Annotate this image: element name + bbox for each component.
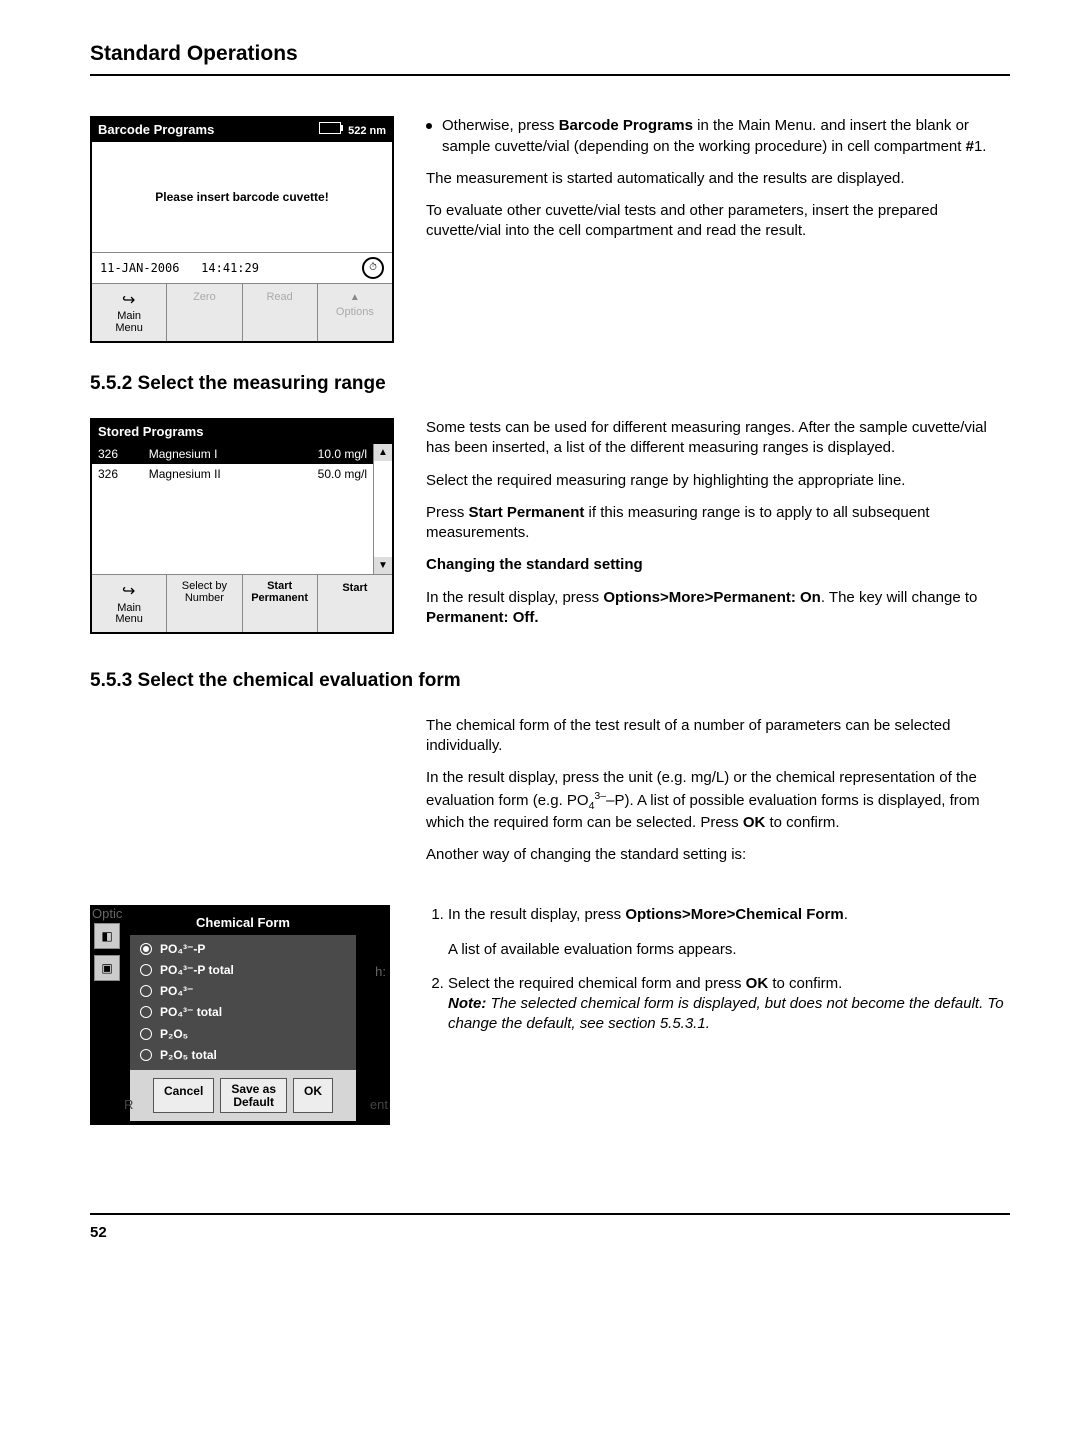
step-2: Select the required chemical form and pr… bbox=[448, 974, 1010, 1035]
stored-programs-screen: Stored Programs 326 Magnesium I 10.0 mg/… bbox=[90, 418, 394, 634]
screen-time: 14:41:29 bbox=[201, 261, 259, 275]
main-menu-label-2: Menu bbox=[94, 323, 164, 335]
screen-message: Please insert barcode cuvette! bbox=[92, 142, 392, 252]
options-button[interactable]: ▲ Options bbox=[318, 284, 392, 341]
chemical-form-option[interactable]: PO₄³⁻ total bbox=[134, 1002, 352, 1022]
body-text: To evaluate other cuvette/vial tests and… bbox=[426, 201, 1010, 242]
barcode-programs-screen: Barcode Programs 522 nm Please insert ba… bbox=[90, 116, 394, 342]
program-num: 326 bbox=[92, 444, 143, 464]
program-num: 326 bbox=[92, 464, 143, 484]
sub-heading: Changing the standard setting bbox=[426, 555, 1010, 575]
background-text-fragment: R bbox=[124, 1096, 133, 1114]
chemical-form-option[interactable]: PO₄³⁻-P bbox=[134, 939, 352, 959]
chemical-form-option[interactable]: P₂O₅ total bbox=[134, 1045, 352, 1065]
program-row[interactable]: 326 Magnesium II 50.0 mg/l bbox=[92, 464, 373, 484]
zero-button[interactable]: Zero bbox=[167, 284, 242, 341]
radio-icon bbox=[140, 1028, 152, 1040]
start-button[interactable]: Start bbox=[318, 575, 392, 632]
chemical-form-option[interactable]: P₂O₅ bbox=[134, 1024, 352, 1044]
program-row-selected[interactable]: 326 Magnesium I 10.0 mg/l bbox=[92, 444, 373, 464]
bullet-icon bbox=[426, 123, 432, 129]
program-name: Magnesium I bbox=[143, 444, 276, 464]
body-text: Select the required measuring range by h… bbox=[426, 471, 1010, 491]
chemical-form-dialog-screen: Optic ◧ ▣ Chemical Form PO₄³⁻-P bbox=[90, 905, 390, 1125]
screen-title: Barcode Programs bbox=[98, 121, 214, 139]
option-label: P₂O₅ total bbox=[160, 1047, 217, 1063]
chemical-form-option[interactable]: PO₄³⁻-P total bbox=[134, 960, 352, 980]
program-list[interactable]: 326 Magnesium I 10.0 mg/l 326 Magnesium … bbox=[92, 444, 373, 484]
option-label: PO₄³⁻-P total bbox=[160, 962, 234, 978]
chapter-title: Standard Operations bbox=[90, 40, 1010, 76]
step-1-detail: A list of available evaluation forms app… bbox=[448, 940, 1010, 960]
program-name: Magnesium II bbox=[143, 464, 276, 484]
section-heading-552: 5.5.2 Select the measuring range bbox=[90, 371, 1010, 397]
option-label: P₂O₅ bbox=[160, 1026, 188, 1042]
side-icon-1[interactable]: ◧ bbox=[94, 923, 120, 949]
body-text: In the result display, press the unit (e… bbox=[426, 768, 1010, 833]
option-label: PO₄³⁻-P bbox=[160, 941, 205, 957]
body-text: The measurement is started automatically… bbox=[426, 169, 1010, 189]
radio-icon bbox=[140, 985, 152, 997]
body-text: Some tests can be used for different mea… bbox=[426, 418, 1010, 459]
scroll-up-button[interactable]: ▲ bbox=[374, 444, 392, 462]
background-text-fragment: ent bbox=[370, 1096, 388, 1114]
options-label: Options bbox=[336, 306, 374, 318]
section-heading-553: 5.5.3 Select the chemical evaluation for… bbox=[90, 668, 1010, 694]
battery-icon bbox=[319, 122, 341, 134]
step-1: In the result display, press Options>Mor… bbox=[448, 905, 1010, 960]
bullet-text: Otherwise, press Barcode Programs in the… bbox=[442, 116, 1010, 157]
body-text: The chemical form of the test result of … bbox=[426, 716, 1010, 757]
screen-title: Stored Programs bbox=[98, 423, 203, 441]
radio-icon bbox=[140, 1006, 152, 1018]
screen-date: 11-JAN-2006 bbox=[100, 261, 179, 275]
wavelength-label: 522 nm bbox=[348, 125, 386, 137]
radio-icon bbox=[140, 964, 152, 976]
note-text: Note: The selected chemical form is disp… bbox=[448, 994, 1010, 1035]
page-number: 52 bbox=[90, 1213, 1010, 1243]
side-icon-2[interactable]: ▣ bbox=[94, 955, 120, 981]
ok-button[interactable]: OK bbox=[293, 1078, 333, 1113]
up-triangle-icon: ▲ bbox=[350, 292, 360, 303]
start-permanent-button[interactable]: Start Permanent bbox=[243, 575, 318, 632]
main-menu-button[interactable]: ↩ Main Menu bbox=[92, 284, 167, 341]
cancel-button[interactable]: Cancel bbox=[153, 1078, 214, 1113]
background-text-fragment: h: bbox=[375, 963, 386, 981]
back-icon: ↩ bbox=[122, 290, 135, 312]
option-label: PO₄³⁻ total bbox=[160, 1004, 222, 1020]
option-label: PO₄³⁻ bbox=[160, 983, 193, 999]
radio-icon bbox=[140, 943, 152, 955]
read-button[interactable]: Read bbox=[243, 284, 318, 341]
scroll-down-button[interactable]: ▼ bbox=[374, 557, 392, 575]
body-text: Press Start Permanent if this measuring … bbox=[426, 503, 1010, 544]
background-text-fragment: Optic bbox=[92, 905, 122, 923]
back-icon: ↩ bbox=[122, 581, 135, 603]
program-value: 50.0 mg/l bbox=[276, 464, 373, 484]
chemical-form-option[interactable]: PO₄³⁻ bbox=[134, 981, 352, 1001]
select-by-number-button[interactable]: Select by Number bbox=[167, 575, 242, 632]
clock-icon[interactable]: ⏱ bbox=[362, 257, 384, 279]
dialog-title: Chemical Form bbox=[130, 911, 356, 935]
body-text: In the result display, press Options>Mor… bbox=[426, 588, 1010, 629]
main-menu-button[interactable]: ↩ Main Menu bbox=[92, 575, 167, 632]
radio-icon bbox=[140, 1049, 152, 1061]
save-as-default-button[interactable]: Save as Default bbox=[220, 1078, 287, 1113]
body-text: Another way of changing the standard set… bbox=[426, 845, 1010, 865]
program-value: 10.0 mg/l bbox=[276, 444, 373, 464]
screen-status: 522 nm bbox=[319, 122, 386, 139]
